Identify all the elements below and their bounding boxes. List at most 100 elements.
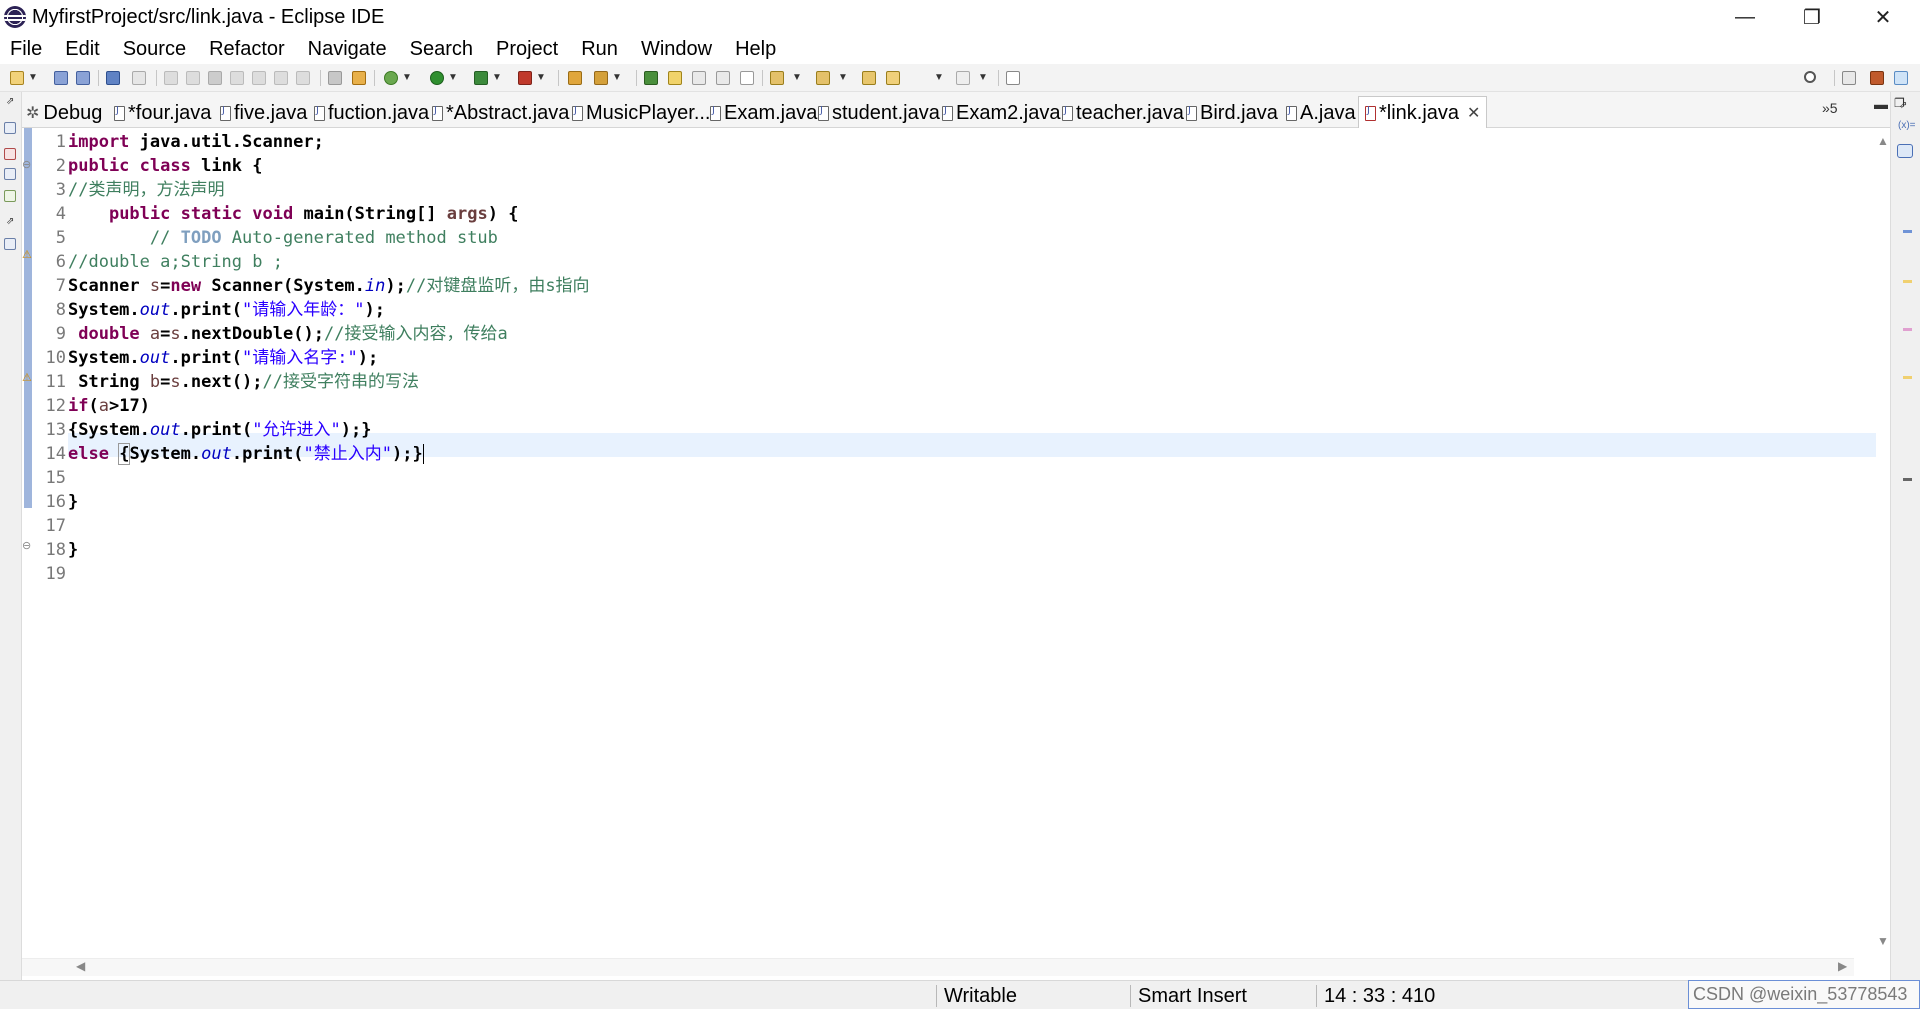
back-dropdown-icon[interactable]: ▼	[934, 72, 944, 83]
close-button[interactable]: ✕	[1848, 0, 1918, 34]
coverage-dropdown-icon[interactable]: ▼	[492, 72, 502, 83]
overview-ruler-mark[interactable]	[1903, 328, 1912, 331]
tab-debug[interactable]: ✲ Debug	[26, 98, 102, 128]
javadoc-view-icon[interactable]	[4, 168, 16, 180]
toggle-mark-occurrences-icon[interactable]	[644, 71, 658, 85]
scroll-right-icon[interactable]: ▶	[1838, 959, 1847, 973]
console-view-icon[interactable]	[4, 122, 16, 134]
tab-teacher-java[interactable]: teacher.java	[1062, 98, 1184, 128]
menu-help[interactable]: Help	[735, 38, 776, 61]
tab-exam-java[interactable]: Exam.java	[710, 98, 817, 128]
external-tools-dropdown-icon[interactable]: ▼	[536, 72, 546, 83]
back-icon[interactable]	[886, 71, 900, 85]
tab-abstract-java[interactable]: *Abstract.java	[432, 98, 569, 128]
tab-exam2-java[interactable]: Exam2.java	[942, 98, 1061, 128]
search-icon[interactable]	[1804, 71, 1816, 83]
overview-ruler-mark[interactable]	[1903, 478, 1912, 481]
menu-run[interactable]: Run	[581, 38, 618, 61]
menu-navigate[interactable]: Navigate	[308, 38, 387, 61]
terminate-icon[interactable]	[208, 71, 222, 85]
debug-run-icon[interactable]	[384, 71, 398, 85]
package-explorer-icon[interactable]	[4, 238, 16, 250]
menu-refactor[interactable]: Refactor	[209, 38, 285, 61]
problems-view-icon[interactable]	[4, 148, 16, 160]
open-type-icon[interactable]	[568, 71, 582, 85]
overview-ruler-mark[interactable]	[1903, 230, 1912, 233]
previous-annotation-dropdown-icon[interactable]: ▼	[838, 72, 848, 83]
variables-view-icon[interactable]: (x)=	[1898, 120, 1916, 131]
menu-edit[interactable]: Edit	[65, 38, 99, 61]
debug-dropdown-icon[interactable]: ▼	[402, 72, 412, 83]
fold-icon[interactable]: ⊖	[22, 158, 31, 171]
tab-student-java[interactable]: student.java	[818, 98, 940, 128]
save-all-icon[interactable]	[76, 71, 90, 85]
external-tools-icon[interactable]	[518, 71, 532, 85]
code-editor[interactable]: 1 2 3 4 5 6 7 8 9 10 11 12 13 14 15 16 1…	[22, 128, 1912, 978]
block-selection-icon[interactable]	[692, 71, 706, 85]
maximize-button[interactable]: ❐	[1777, 0, 1847, 34]
word-wrap-icon[interactable]	[716, 71, 730, 85]
scroll-down-icon[interactable]: ▼	[1877, 934, 1889, 948]
pin-editor-icon[interactable]	[1006, 71, 1020, 85]
minimize-button[interactable]: —	[1710, 0, 1780, 34]
terminal-icon[interactable]	[106, 71, 120, 85]
step-return-icon[interactable]	[296, 71, 310, 85]
tab-a-java[interactable]: A.java	[1286, 98, 1356, 128]
step-over-icon[interactable]	[274, 71, 288, 85]
tab-musicplayer-java[interactable]: MusicPlayer...	[572, 98, 710, 128]
scroll-up-icon[interactable]: ▲	[1877, 134, 1889, 148]
minimized-stack-icon[interactable]: ⇗	[6, 216, 14, 227]
minimize-editor-icon[interactable]: ▬	[1874, 96, 1888, 112]
run-icon[interactable]	[430, 71, 444, 85]
new-icon[interactable]	[10, 71, 24, 85]
search-dropdown-icon[interactable]: ▼	[612, 72, 622, 83]
tab-fuction-java[interactable]: fuction.java	[314, 98, 429, 128]
tab-overflow-button[interactable]: »5	[1822, 100, 1838, 116]
menu-search[interactable]: Search	[410, 38, 473, 61]
close-tab-icon[interactable]: ✕	[1467, 103, 1480, 123]
toggle-icon[interactable]	[328, 71, 342, 85]
vertical-scrollbar[interactable]	[1876, 128, 1890, 958]
save-icon[interactable]	[54, 71, 68, 85]
overview-ruler-mark[interactable]	[1903, 280, 1912, 283]
horizontal-scrollbar[interactable]: ◀ ▶	[22, 958, 1854, 976]
fold-icon[interactable]: ⊖	[22, 539, 31, 552]
code-text-area[interactable]: import java.util.Scanner; public class l…	[68, 128, 1876, 958]
tab-four-java[interactable]: *four.java	[114, 98, 211, 128]
tool-icon[interactable]	[352, 71, 366, 85]
next-annotation-dropdown-icon[interactable]: ▼	[792, 72, 802, 83]
skip-breakpoints-icon[interactable]	[132, 71, 146, 85]
breakpoints-view-icon[interactable]	[1897, 144, 1913, 158]
restore-icon[interactable]: ⇗	[6, 96, 14, 107]
java-perspective-icon[interactable]	[1870, 71, 1884, 85]
search-toolbar-icon[interactable]	[594, 71, 608, 85]
highlight-icon[interactable]	[668, 71, 682, 85]
forward-dropdown-icon[interactable]: ▼	[978, 72, 988, 83]
disconnect-icon[interactable]	[230, 71, 244, 85]
forward-icon[interactable]	[956, 71, 970, 85]
show-whitespace-icon[interactable]	[740, 71, 754, 85]
scroll-left-icon[interactable]: ◀	[76, 959, 85, 973]
resume-icon[interactable]	[164, 71, 178, 85]
menu-project[interactable]: Project	[496, 38, 558, 61]
code-line: }	[68, 490, 78, 514]
overview-ruler-mark[interactable]	[1903, 376, 1912, 379]
declaration-view-icon[interactable]	[4, 190, 16, 202]
last-edit-location-icon[interactable]	[862, 71, 876, 85]
coverage-icon[interactable]	[474, 71, 488, 85]
suspend-icon[interactable]	[186, 71, 200, 85]
menu-file[interactable]: File	[10, 38, 42, 61]
new-dropdown-icon[interactable]: ▼	[28, 72, 38, 83]
tab-bird-java[interactable]: Bird.java	[1186, 98, 1278, 128]
debug-perspective-icon[interactable]	[1894, 71, 1908, 85]
next-annotation-icon[interactable]	[770, 71, 784, 85]
menu-window[interactable]: Window	[641, 38, 712, 61]
tab-link-java[interactable]: *link.java ✕	[1358, 96, 1488, 129]
run-dropdown-icon[interactable]: ▼	[448, 72, 458, 83]
maximize-editor-icon[interactable]: ❐	[1894, 96, 1905, 110]
open-perspective-icon[interactable]	[1842, 71, 1856, 85]
previous-annotation-icon[interactable]	[816, 71, 830, 85]
step-into-icon[interactable]	[252, 71, 266, 85]
menu-source[interactable]: Source	[123, 38, 186, 61]
tab-five-java[interactable]: five.java	[220, 98, 307, 128]
